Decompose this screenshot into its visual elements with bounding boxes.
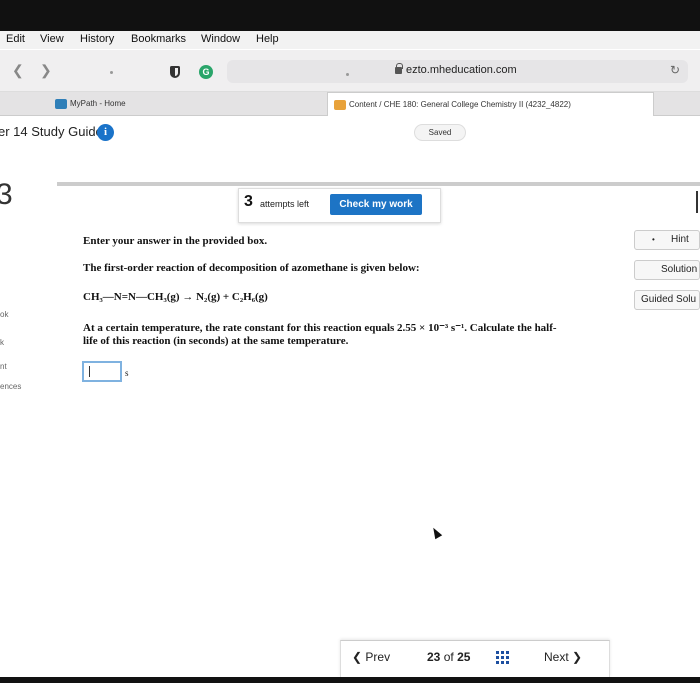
current-page: 23 xyxy=(427,650,441,664)
question-body-line-2: life of this reaction (in seconds) at th… xyxy=(83,335,349,347)
menu-window[interactable]: Window xyxy=(201,33,240,45)
next-button[interactable]: Next ❯ xyxy=(544,650,582,664)
solution-label: Solution xyxy=(661,264,698,275)
left-fragment[interactable]: nt xyxy=(0,362,7,371)
dot-decoration xyxy=(346,73,349,76)
chemical-equation: CH₃—N=N—CH₃(g) → N₂(g) + C₂H₆(g) xyxy=(83,291,268,303)
url-text[interactable]: ezto.mheducation.com xyxy=(406,64,517,76)
menu-history[interactable]: History xyxy=(80,33,114,45)
grid-icon[interactable] xyxy=(496,651,510,665)
total-pages: 25 xyxy=(457,650,471,664)
question-number: 3 xyxy=(0,178,13,211)
left-fragment[interactable]: k xyxy=(0,338,4,347)
chevron-right-icon: ❯ xyxy=(572,650,583,664)
menu-view[interactable]: View xyxy=(40,33,64,45)
grammarly-icon[interactable]: G xyxy=(199,65,213,79)
tab-content[interactable]: Content / CHE 180: General College Chemi… xyxy=(327,92,654,116)
browser-toolbar: ❮ ❯ G ezto.mheducation.com ↻ xyxy=(0,50,700,92)
instruction-text: Enter your answer in the provided box. xyxy=(83,235,268,247)
prev-label: Prev xyxy=(365,650,391,664)
dot-decoration xyxy=(110,71,113,74)
tab-label: Content / CHE 180: General College Chemi… xyxy=(349,100,571,109)
screen: Edit View History Bookmarks Window Help … xyxy=(0,0,700,683)
page-title: er 14 Study Guide xyxy=(0,124,103,139)
reload-icon[interactable]: ↻ xyxy=(670,63,680,77)
question-body-line-1: At a certain temperature, the rate const… xyxy=(83,322,557,334)
next-label: Next xyxy=(544,650,569,664)
forward-icon[interactable]: ❯ xyxy=(40,62,52,79)
tab-mypath[interactable]: MyPath - Home xyxy=(55,92,315,116)
tab-bar: MyPath - Home Content / CHE 180: General… xyxy=(0,92,700,116)
guided-solution-label: Guided Solu xyxy=(641,294,697,305)
info-icon[interactable]: i xyxy=(97,124,114,141)
back-icon[interactable]: ❮ xyxy=(12,62,24,79)
shield-icon[interactable] xyxy=(170,66,180,78)
page-indicator: 23 of 25 xyxy=(427,650,470,664)
attempts-count: 3 xyxy=(244,193,253,210)
bottom-frame xyxy=(0,677,700,683)
menu-bookmarks[interactable]: Bookmarks xyxy=(131,33,186,45)
pencil-icon xyxy=(334,99,346,110)
solution-button[interactable]: Solution xyxy=(634,260,700,280)
guided-solution-button[interactable]: Guided Solu xyxy=(634,290,700,310)
bullet-icon: • xyxy=(652,235,655,244)
lock-icon xyxy=(395,63,403,74)
saved-badge: Saved xyxy=(414,124,466,141)
answer-unit: s xyxy=(125,368,129,378)
prev-button[interactable]: ❮ Prev xyxy=(352,650,390,664)
menu-bar: Edit View History Bookmarks Window Help xyxy=(0,31,700,49)
left-fragment[interactable]: ok xyxy=(0,310,8,319)
mypath-icon xyxy=(55,98,67,109)
chevron-left-icon: ❮ xyxy=(352,650,363,664)
tab-label: MyPath - Home xyxy=(70,99,126,108)
check-my-work-button[interactable]: Check my work xyxy=(330,194,422,215)
attempts-label: attempts left xyxy=(260,199,310,209)
divider xyxy=(57,182,700,186)
top-frame xyxy=(0,0,700,31)
page-of: of xyxy=(443,650,454,664)
mouse-cursor-icon xyxy=(429,525,443,540)
left-fragment[interactable]: ences xyxy=(0,382,21,391)
menu-edit[interactable]: Edit xyxy=(6,33,25,45)
hint-button[interactable]: • Hint xyxy=(634,230,700,250)
hint-label: Hint xyxy=(671,234,689,245)
answer-input[interactable] xyxy=(82,361,122,382)
menu-help[interactable]: Help xyxy=(256,33,279,45)
edge-marker xyxy=(696,191,698,213)
prompt-text: The first-order reaction of decompositio… xyxy=(83,262,420,274)
